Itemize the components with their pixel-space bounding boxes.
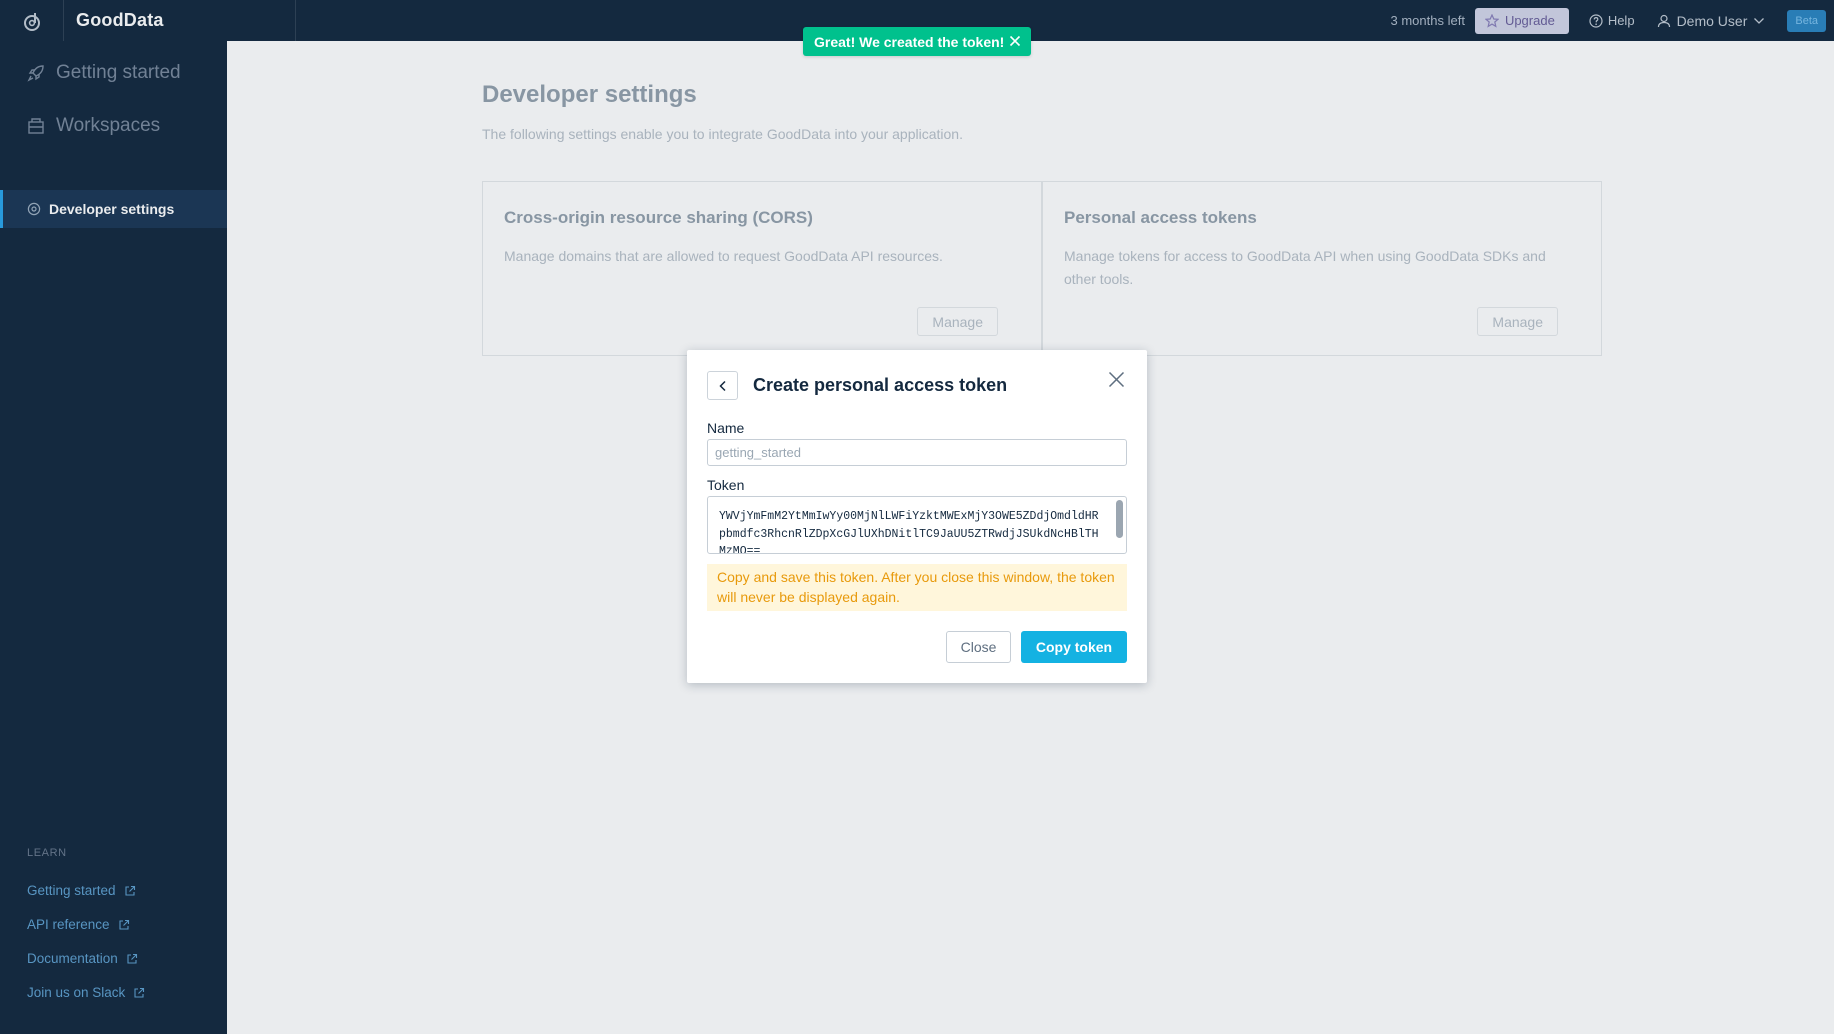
copy-token-button[interactable]: Copy token (1021, 631, 1127, 663)
dialog-title: Create personal access token (753, 375, 1008, 395)
success-toast: Great! We created the token! (803, 27, 1031, 56)
token-scrollbar-thumb[interactable] (1116, 500, 1123, 538)
toast-message: Great! We created the token! (814, 33, 1005, 50)
close-icon[interactable] (1108, 371, 1125, 388)
toast-close-icon[interactable] (1009, 35, 1021, 47)
token-warning: Copy and save this token. After you clos… (707, 564, 1127, 611)
token-textarea[interactable]: YWVjYmFmM2YtMmIwYy00MjNlLWFiYzktMWExMjY3… (707, 496, 1127, 554)
token-label: Token (707, 477, 745, 493)
name-input[interactable] (707, 439, 1127, 466)
close-button[interactable]: Close (946, 631, 1011, 663)
token-scrollbar[interactable] (1115, 499, 1124, 551)
app-root: GoodData 3 months left Upgrade Help Demo… (0, 0, 1834, 1034)
name-label: Name (707, 420, 745, 436)
token-value: YWVjYmFmM2YtMmIwYy00MjNlLWFiYzktMWExMjY3… (719, 510, 1099, 554)
chevron-left-icon (718, 380, 726, 391)
create-token-dialog: Create personal access token Name Token … (687, 350, 1147, 683)
back-button[interactable] (707, 371, 738, 400)
